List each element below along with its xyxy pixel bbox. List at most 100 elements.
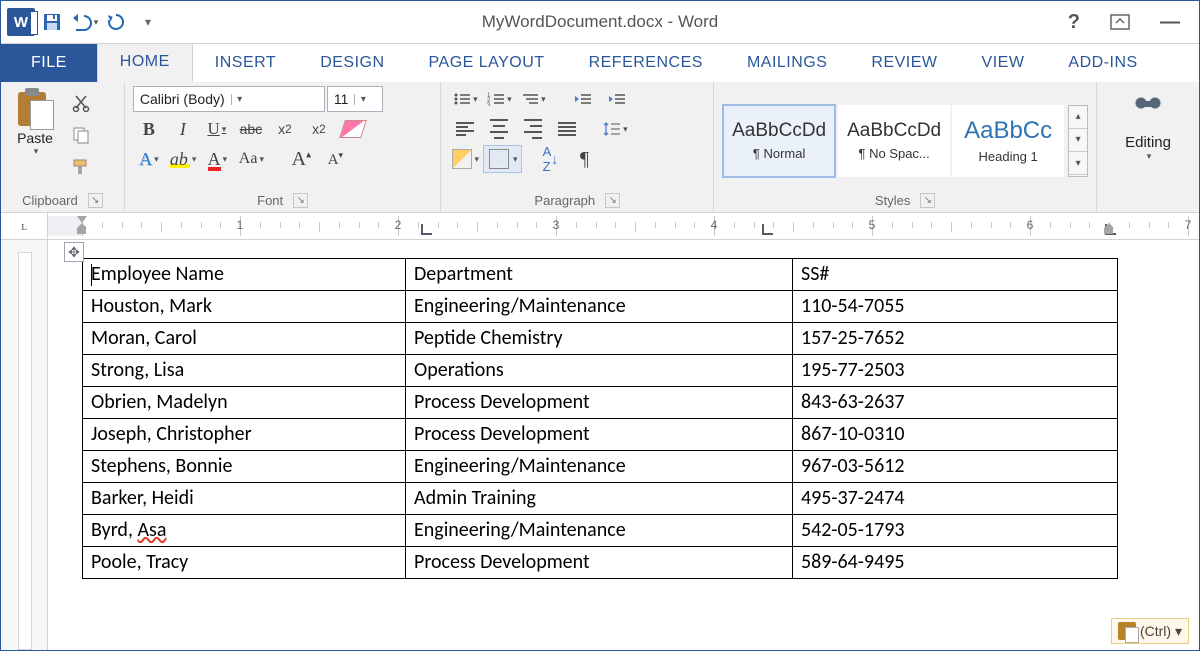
tab-file[interactable]: FILE xyxy=(1,44,97,82)
table-cell[interactable]: Joseph, Christopher xyxy=(83,419,406,451)
table-row[interactable]: Moran, CarolPeptide Chemistry157-25-7652 xyxy=(83,323,1118,355)
highlight-button[interactable]: ab▾ xyxy=(167,146,200,172)
vertical-ruler[interactable] xyxy=(1,240,48,650)
table-cell[interactable]: 843-63-2637 xyxy=(793,387,1118,419)
table-cell[interactable]: Operations xyxy=(406,355,793,387)
increase-indent-button[interactable] xyxy=(601,86,633,112)
subscript-button[interactable]: x2 xyxy=(269,116,301,142)
justify-button[interactable] xyxy=(551,116,583,142)
tab-page-layout[interactable]: PAGE LAYOUT xyxy=(407,44,567,82)
table-row[interactable]: Poole, TracyProcess Development589-64-94… xyxy=(83,547,1118,579)
repeat-icon[interactable] xyxy=(101,7,131,37)
table-cell[interactable]: Byrd, Asa xyxy=(83,515,406,547)
table-row[interactable]: Houston, MarkEngineering/Maintenance110-… xyxy=(83,291,1118,323)
copy-icon[interactable] xyxy=(65,122,97,148)
tab-references[interactable]: REFERENCES xyxy=(567,44,725,82)
qat-customize-icon[interactable]: ▾ xyxy=(133,7,163,37)
styles-gallery[interactable]: AaBbCcDd¶ NormalAaBbCcDd¶ No Spac...AaBb… xyxy=(722,104,1064,178)
table-cell[interactable]: Moran, Carol xyxy=(83,323,406,355)
shrink-font-button[interactable]: A▾ xyxy=(319,146,351,172)
tab-view[interactable]: VIEW xyxy=(960,44,1047,82)
italic-button[interactable]: I xyxy=(167,116,199,142)
table-cell[interactable]: Admin Training xyxy=(406,483,793,515)
bullets-button[interactable]: ▾ xyxy=(449,86,481,112)
strikethrough-button[interactable]: abc xyxy=(235,116,267,142)
word-app-icon[interactable]: W xyxy=(7,8,35,36)
help-icon[interactable]: ? xyxy=(1062,9,1086,36)
save-icon[interactable] xyxy=(37,7,67,37)
numbering-button[interactable]: 123▾ xyxy=(483,86,515,112)
table-row[interactable]: Stephens, BonnieEngineering/Maintenance9… xyxy=(83,451,1118,483)
sort-button[interactable]: AZ↓ xyxy=(535,146,567,172)
clipboard-launcher-icon[interactable]: ↘ xyxy=(88,193,103,208)
font-name-combo[interactable]: Calibri (Body) ▾ xyxy=(133,86,325,112)
ribbon-options-icon[interactable] xyxy=(1104,12,1136,32)
minimize-icon[interactable]: — xyxy=(1154,9,1185,36)
shading-button[interactable]: ▾ xyxy=(449,146,482,172)
table-cell[interactable]: 867-10-0310 xyxy=(793,419,1118,451)
chevron-down-icon[interactable]: ▾ xyxy=(354,94,371,105)
grow-font-button[interactable]: A▴ xyxy=(285,146,317,172)
find-button[interactable] xyxy=(1131,92,1165,114)
table-cell[interactable]: 195-77-2503 xyxy=(793,355,1118,387)
table-cell[interactable]: Barker, Heidi xyxy=(83,483,406,515)
table-cell[interactable]: 110-54-7055 xyxy=(793,291,1118,323)
multilevel-list-button[interactable]: ▾ xyxy=(517,86,549,112)
editing-dropdown-icon[interactable]: ▾ xyxy=(1147,151,1152,162)
table-header-row[interactable]: Employee NameDepartmentSS# xyxy=(83,259,1118,291)
table-cell[interactable]: Engineering/Maintenance xyxy=(406,515,793,547)
paste-options-button[interactable]: (Ctrl) ▾ xyxy=(1111,618,1189,644)
table-row[interactable]: Byrd, AsaEngineering/Maintenance542-05-1… xyxy=(83,515,1118,547)
table-cell[interactable]: Process Development xyxy=(406,419,793,451)
page[interactable]: ✥ Employee NameDepartmentSS#Houston, Mar… xyxy=(48,240,1199,650)
table-row[interactable]: Joseph, ChristopherProcess Development86… xyxy=(83,419,1118,451)
table-cell[interactable]: 495-37-2474 xyxy=(793,483,1118,515)
font-size-combo[interactable]: 11 ▾ xyxy=(327,86,383,112)
paragraph-launcher-icon[interactable]: ↘ xyxy=(605,193,620,208)
styles-scroll[interactable]: ▴ ▾ ▾ xyxy=(1068,105,1088,177)
clear-formatting-icon[interactable] xyxy=(337,116,369,142)
style-item[interactable]: AaBbCcHeading 1 xyxy=(952,105,1064,177)
table-cell[interactable]: Process Development xyxy=(406,547,793,579)
document-table[interactable]: Employee NameDepartmentSS#Houston, MarkE… xyxy=(82,258,1118,579)
table-header-cell[interactable]: Employee Name xyxy=(83,259,406,291)
table-cell[interactable]: Stephens, Bonnie xyxy=(83,451,406,483)
paste-button[interactable]: Paste ▾ xyxy=(9,86,61,157)
tab-design[interactable]: DESIGN xyxy=(298,44,406,82)
cut-icon[interactable] xyxy=(65,90,97,116)
tab-home[interactable]: HOME xyxy=(97,42,193,82)
tab-review[interactable]: REVIEW xyxy=(849,44,959,82)
style-item[interactable]: AaBbCcDd¶ No Spac... xyxy=(838,105,950,177)
styles-scroll-up-icon[interactable]: ▴ xyxy=(1069,106,1087,129)
tab-add-ins[interactable]: ADD-INS xyxy=(1046,44,1159,82)
borders-button[interactable]: ▾ xyxy=(484,146,521,172)
format-painter-icon[interactable] xyxy=(65,154,97,180)
change-case-button[interactable]: Aa▾ xyxy=(235,146,267,172)
chevron-down-icon[interactable]: ▾ xyxy=(231,94,248,105)
horizontal-ruler[interactable]: 1234567 xyxy=(48,216,1199,236)
styles-scroll-down-icon[interactable]: ▾ xyxy=(1069,129,1087,152)
table-row[interactable]: Strong, LisaOperations195-77-2503 xyxy=(83,355,1118,387)
table-cell[interactable]: Peptide Chemistry xyxy=(406,323,793,355)
show-hide-button[interactable]: ¶ xyxy=(569,146,601,172)
table-cell[interactable]: 157-25-7652 xyxy=(793,323,1118,355)
table-cell[interactable]: 967-03-5612 xyxy=(793,451,1118,483)
table-move-handle-icon[interactable]: ✥ xyxy=(64,242,84,262)
underline-button[interactable]: U▾ xyxy=(201,116,233,142)
undo-icon[interactable]: ▾ xyxy=(69,7,99,37)
line-spacing-button[interactable]: ▾ xyxy=(599,116,631,142)
table-cell[interactable]: Obrien, Madelyn xyxy=(83,387,406,419)
table-cell[interactable]: Process Development xyxy=(406,387,793,419)
tab-insert[interactable]: INSERT xyxy=(193,44,298,82)
styles-expand-icon[interactable]: ▾ xyxy=(1069,152,1087,175)
align-right-button[interactable] xyxy=(517,116,549,142)
table-row[interactable]: Barker, HeidiAdmin Training495-37-2474 xyxy=(83,483,1118,515)
text-effects-button[interactable]: A▾ xyxy=(133,146,165,172)
table-row[interactable]: Obrien, MadelynProcess Development843-63… xyxy=(83,387,1118,419)
table-cell[interactable]: 542-05-1793 xyxy=(793,515,1118,547)
table-cell[interactable]: Houston, Mark xyxy=(83,291,406,323)
decrease-indent-button[interactable] xyxy=(567,86,599,112)
table-cell[interactable]: Strong, Lisa xyxy=(83,355,406,387)
style-item[interactable]: AaBbCcDd¶ Normal xyxy=(722,104,836,178)
tab-mailings[interactable]: MAILINGS xyxy=(725,44,849,82)
